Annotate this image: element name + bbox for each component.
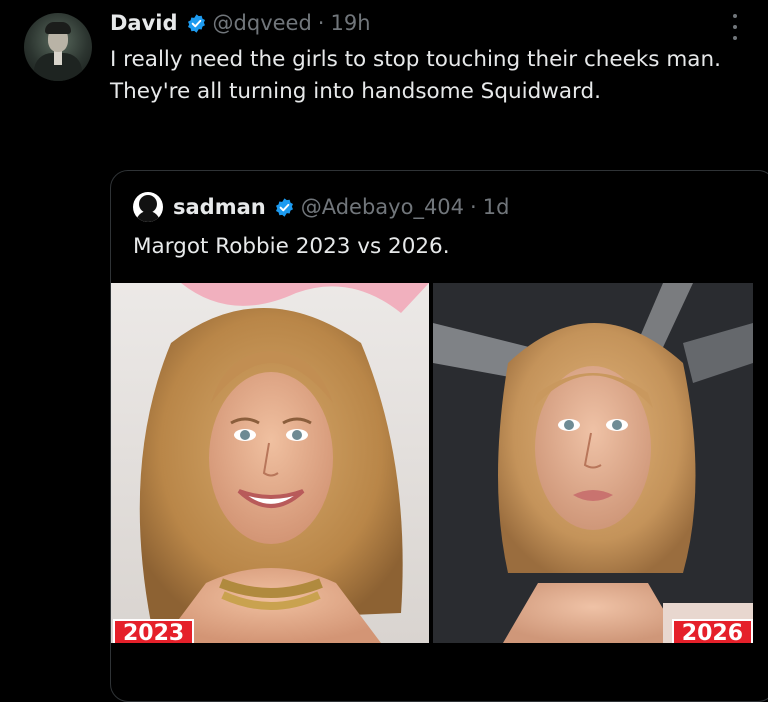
quoted-avatar-body	[136, 211, 160, 222]
quoted-timestamp[interactable]: 1d	[483, 195, 510, 219]
more-dot	[733, 25, 737, 29]
avatar-hair	[45, 22, 71, 34]
tweet-timestamp[interactable]: 19h	[330, 11, 370, 35]
more-dot	[733, 14, 737, 18]
quoted-tweet-header: sadman @Adebayo_404 · 1d	[133, 191, 509, 223]
quoted-header-separator: ·	[470, 195, 477, 219]
tweet-header: David @dqveed · 19h	[110, 8, 371, 38]
quoted-author-avatar[interactable]	[133, 192, 163, 222]
photo-2026-illustration	[433, 283, 753, 643]
quoted-tweet-text: Margot Robbie 2023 vs 2026.	[133, 234, 450, 259]
image-year-badge: 2026	[671, 619, 753, 643]
author-avatar[interactable]	[24, 13, 92, 81]
verified-badge-icon	[274, 197, 295, 218]
image-year-badge: 2023	[113, 619, 195, 643]
quoted-image-2026[interactable]: 2026	[433, 283, 753, 643]
quoted-author-handle[interactable]: @Adebayo_404	[301, 195, 464, 219]
quoted-author-name[interactable]: sadman	[173, 195, 266, 219]
quoted-tweet[interactable]: sadman @Adebayo_404 · 1d Margot Robbie 2…	[110, 170, 768, 702]
verified-badge-icon	[186, 13, 207, 34]
author-name[interactable]: David	[110, 11, 178, 35]
quoted-image-2023[interactable]: 2023	[111, 283, 429, 643]
more-options-icon[interactable]	[732, 14, 738, 40]
more-dot	[733, 36, 737, 40]
tweet-text: I really need the girls to stop touching…	[110, 47, 721, 104]
avatar-collar	[54, 51, 62, 65]
header-separator: ·	[317, 11, 325, 35]
photo-2023-illustration	[111, 283, 429, 643]
author-handle[interactable]: @dqveed	[213, 11, 312, 35]
